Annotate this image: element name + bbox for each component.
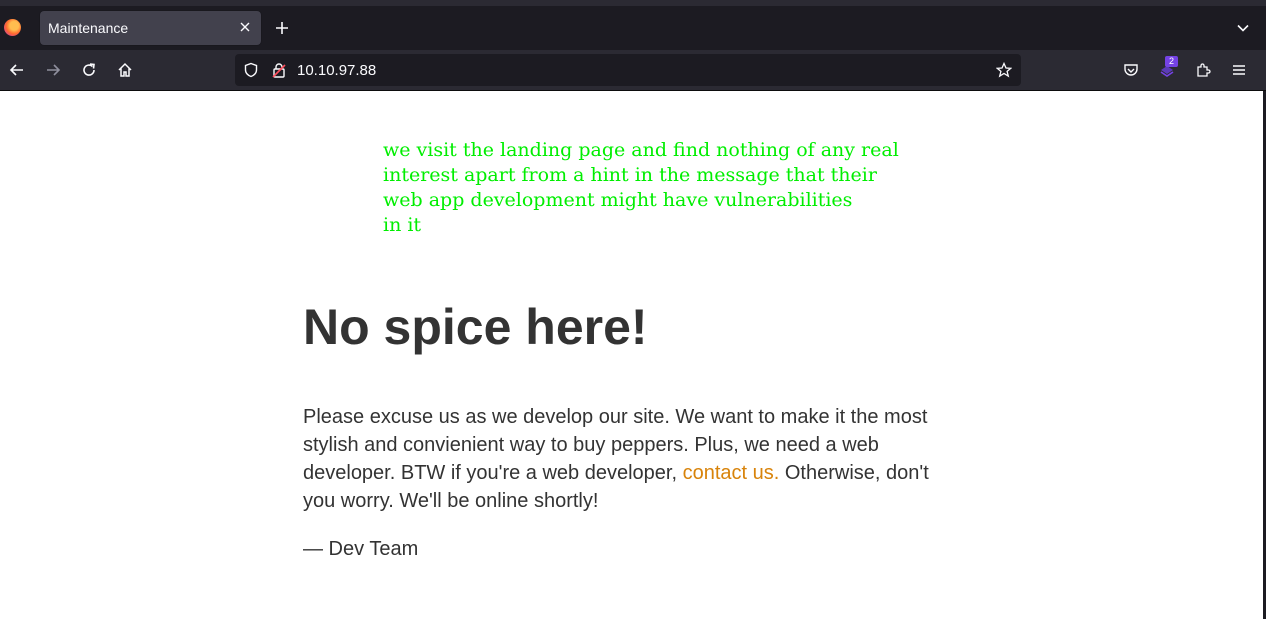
- annotation-line: we visit the landing page and find nothi…: [383, 139, 899, 161]
- shield-icon[interactable]: [243, 62, 259, 78]
- contact-link[interactable]: contact us.: [683, 462, 780, 484]
- new-tab-plus-icon[interactable]: [272, 18, 292, 38]
- lock-warning-icon[interactable]: [271, 62, 287, 78]
- close-icon[interactable]: [235, 17, 255, 37]
- star-icon[interactable]: [996, 62, 1012, 78]
- home-icon[interactable]: [115, 60, 135, 80]
- annotation-note: we visit the landing page and find nothi…: [383, 138, 903, 238]
- extension-badge: 2: [1165, 56, 1178, 67]
- page-title: No spice here!: [303, 299, 648, 355]
- window-top-edge: [0, 0, 1266, 6]
- forward-arrow-icon[interactable]: [43, 60, 63, 80]
- reload-icon[interactable]: [79, 60, 99, 80]
- tab-maintenance[interactable]: Maintenance: [40, 11, 261, 45]
- menu-icon[interactable]: [1229, 60, 1249, 80]
- navigation-toolbar: 10.10.97.88 2: [0, 50, 1266, 91]
- back-arrow-icon[interactable]: [7, 60, 27, 80]
- tab-title: Maintenance: [48, 20, 129, 36]
- pocket-icon[interactable]: [1121, 60, 1141, 80]
- annotation-line: in it: [383, 214, 422, 236]
- tab-strip: Maintenance: [0, 0, 1266, 50]
- annotation-line: web app development might have vulnerabi…: [383, 189, 853, 211]
- maintenance-message: Please excuse us as we develop our site.…: [303, 403, 953, 515]
- signature: — Dev Team: [303, 538, 419, 560]
- url-bar[interactable]: 10.10.97.88: [235, 54, 1021, 86]
- puzzle-icon[interactable]: [1193, 60, 1213, 80]
- annotation-line: interest apart from a hint in the messag…: [383, 164, 877, 186]
- page-content: we visit the landing page and find nothi…: [0, 91, 1266, 619]
- firefox-logo-icon[interactable]: [4, 19, 21, 36]
- chevron-down-icon[interactable]: [1233, 18, 1253, 38]
- url-text[interactable]: 10.10.97.88: [297, 62, 376, 79]
